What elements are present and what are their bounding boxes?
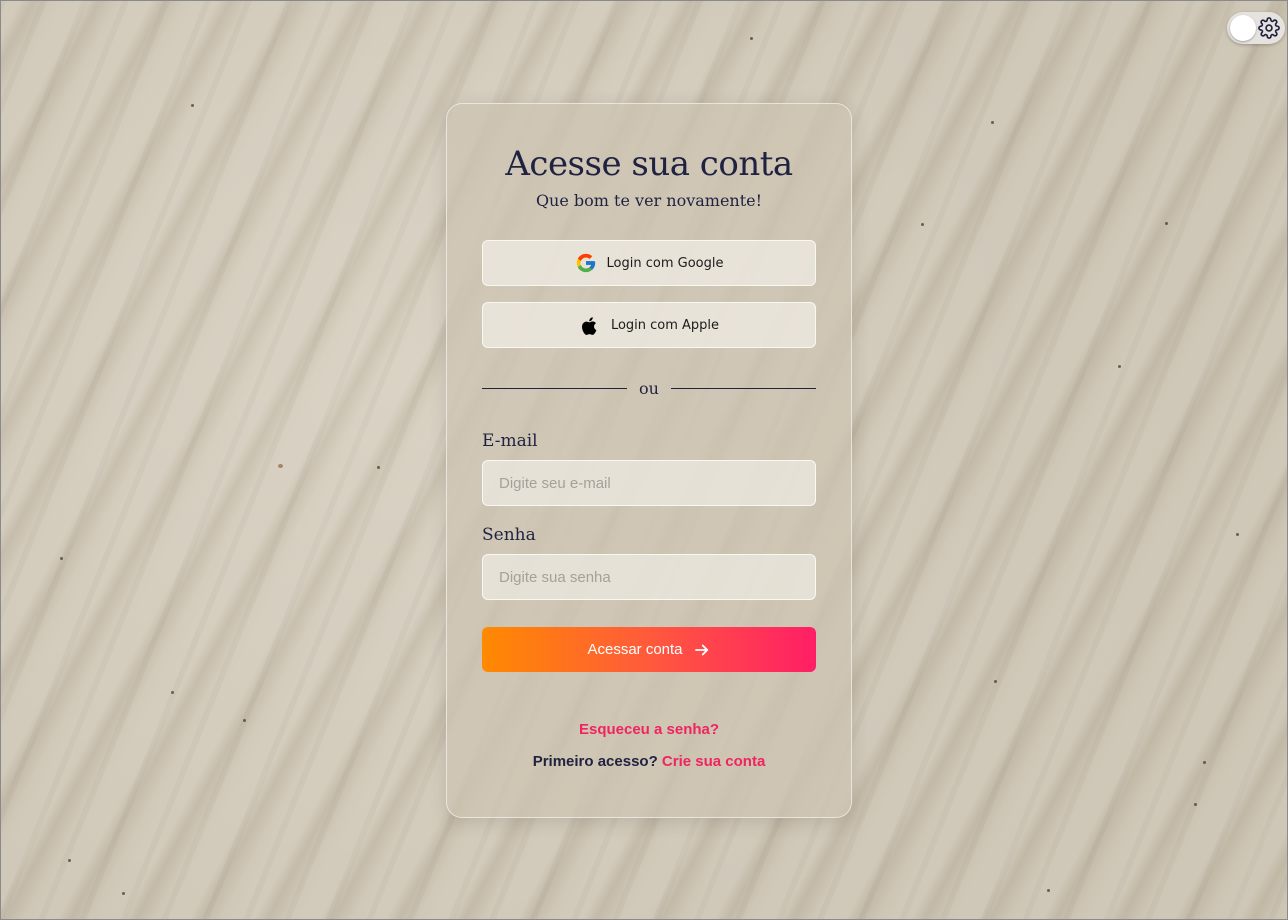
sand-speck: [122, 892, 125, 895]
forgot-password-link[interactable]: Esqueceu a senha?: [447, 721, 851, 738]
sand-speck: [1203, 761, 1206, 764]
google-login-label: Login com Google: [606, 255, 724, 271]
sand-speck: [1118, 365, 1121, 368]
sand-speck: [1165, 222, 1168, 225]
login-card: Acesse sua conta Que bom te ver novament…: [446, 103, 852, 818]
submit-button-label: Acessar conta: [587, 641, 683, 658]
sand-speck: [191, 104, 194, 107]
google-login-button[interactable]: Login com Google: [482, 240, 816, 286]
sand-speck: [750, 37, 753, 40]
divider-line: [671, 388, 816, 389]
first-access-text: Primeiro acesso?: [532, 753, 658, 770]
password-label: Senha: [482, 525, 536, 545]
or-divider: ou: [482, 379, 816, 399]
sand-speck: [243, 719, 246, 722]
sand-speck: [921, 223, 924, 226]
sand-speck: [1194, 803, 1197, 806]
google-icon: [575, 252, 597, 274]
sand-speck: [1047, 889, 1050, 892]
sand-speck: [1236, 533, 1239, 536]
email-field[interactable]: [482, 460, 816, 506]
page-subtitle: Que bom te ver novamente!: [535, 191, 763, 210]
theme-toggle[interactable]: [1227, 12, 1285, 44]
sand-speck: [68, 859, 71, 862]
apple-login-label: Login com Apple: [610, 317, 720, 333]
apple-icon: [579, 314, 601, 336]
create-account-link[interactable]: Crie sua conta: [662, 753, 765, 770]
apple-login-button[interactable]: Login com Apple: [482, 302, 816, 348]
submit-button[interactable]: Acessar conta: [482, 627, 816, 672]
password-field[interactable]: [482, 554, 816, 600]
sand-speck: [60, 557, 63, 560]
sand-speck: [994, 680, 997, 683]
sand-speck: [991, 121, 994, 124]
page-title: Acesse sua conta: [505, 144, 793, 184]
toggle-knob[interactable]: [1230, 15, 1256, 41]
sand-speck: [377, 466, 380, 469]
gear-icon: [1258, 17, 1280, 39]
first-access-row: Primeiro acesso? Crie sua conta: [447, 753, 851, 770]
email-label: E-mail: [482, 431, 538, 451]
arrow-right-icon: [693, 641, 711, 659]
sand-speck: [171, 691, 174, 694]
sand-speck: [278, 464, 283, 468]
